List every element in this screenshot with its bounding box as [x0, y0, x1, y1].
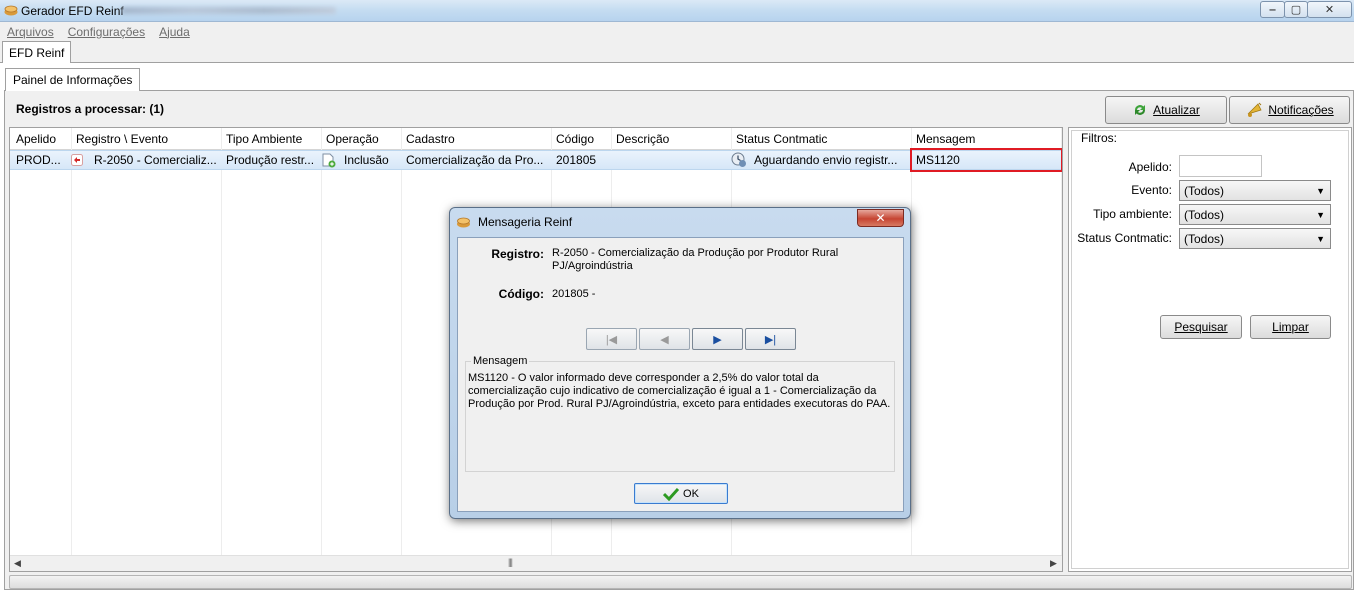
grid-horizontal-scrollbar[interactable]: ◀ ||| ▶ [10, 555, 1062, 571]
tab-painel-informacoes[interactable]: Painel de Informações [5, 68, 141, 91]
cell-apelido: PROD... [16, 153, 61, 167]
ok-label: OK [683, 487, 699, 500]
minimize-icon: ‒ [1269, 3, 1276, 16]
dialog-registro-value-line2: PJ/Agroindústria [552, 260, 633, 272]
col-header-descricao[interactable]: Descrição [616, 132, 669, 146]
maximize-button[interactable]: ▢ [1284, 1, 1308, 18]
close-window-button[interactable]: ✕ [1307, 1, 1352, 18]
menu-configuracoes[interactable]: Configurações [68, 25, 145, 39]
bell-icon [1248, 102, 1262, 117]
notificacoes-button[interactable]: Notificações [1229, 96, 1350, 124]
status-clock-icon [731, 152, 746, 167]
dialog-title: Mensageria Reinf [478, 215, 573, 229]
cell-cadastro: Comercialização da Pro... [406, 153, 544, 167]
col-header-registro[interactable]: Registro \ Evento [76, 132, 168, 146]
next-icon: ▶ [713, 333, 722, 346]
document-add-icon [322, 153, 336, 168]
filter-status-select[interactable]: (Todos) ▼ [1179, 228, 1331, 249]
registros-count-label: Registros a processar: (1) [16, 102, 165, 116]
ok-button[interactable]: OK [634, 483, 728, 504]
title-redacted-text [121, 7, 336, 14]
last-icon: ▶| [764, 333, 777, 346]
previous-icon: ◀ [660, 333, 669, 346]
filter-apelido-label: Apelido: [1128, 160, 1172, 174]
filter-evento-select[interactable]: (Todos) ▼ [1179, 180, 1331, 201]
filter-status-label: Status Contmatic: [1077, 231, 1172, 245]
col-header-operacao[interactable]: Operação [326, 132, 379, 146]
checkmark-icon [663, 487, 680, 501]
filter-apelido-input[interactable] [1179, 155, 1262, 177]
filter-status-value: (Todos) [1184, 232, 1225, 246]
atualizar-label: Atualizar [1153, 103, 1200, 117]
minimize-button[interactable]: ‒ [1260, 1, 1285, 18]
filter-evento-label: Evento: [1131, 183, 1172, 197]
col-header-cadastro[interactable]: Cadastro [406, 132, 455, 146]
bottom-progress-bar [9, 575, 1352, 589]
dialog-close-button[interactable]: ✕ [857, 209, 904, 227]
cell-status: Aguardando envio registr... [754, 153, 898, 167]
chevron-down-icon: ▼ [1316, 210, 1325, 220]
first-record-button[interactable]: |◀ [586, 328, 637, 350]
close-icon: ✕ [875, 211, 886, 225]
maximize-icon: ▢ [1290, 4, 1302, 16]
scroll-left-icon[interactable]: ◀ [14, 558, 21, 569]
filter-tipo-ambiente-value: (Todos) [1184, 208, 1225, 222]
cell-operacao: Inclusão [344, 153, 389, 167]
menu-arquivos[interactable]: Arquivos [7, 25, 54, 39]
mensagem-highlight-box [910, 148, 1062, 172]
dialog-registro-value: R-2050 - Comercialização da Produção por… [552, 247, 839, 259]
last-record-button[interactable]: ▶| [745, 328, 796, 350]
filter-tipo-ambiente-select[interactable]: (Todos) ▼ [1179, 204, 1331, 225]
col-header-mensagem[interactable]: Mensagem [916, 132, 975, 146]
filter-evento-value: (Todos) [1184, 184, 1225, 198]
pesquisar-button[interactable]: Pesquisar [1160, 315, 1242, 339]
close-icon: ✕ [1324, 4, 1335, 16]
grid-col-divider [401, 128, 402, 571]
cell-registro: R-2050 - Comercializ... [94, 153, 217, 167]
filters-title: Filtros: [1079, 131, 1119, 145]
grid-col-divider [321, 128, 322, 571]
cell-tipo-ambiente: Produção restr... [226, 153, 315, 167]
title-bar: Gerador EFD Reinf ‒ ▢ ✕ [0, 0, 1354, 22]
first-icon: |◀ [605, 333, 618, 346]
cell-codigo: 201805 [556, 153, 597, 167]
event-type-icon [71, 154, 83, 166]
chevron-down-icon: ▼ [1316, 186, 1325, 196]
col-header-status[interactable]: Status Contmatic [736, 132, 827, 146]
scroll-right-icon[interactable]: ▶ [1050, 558, 1057, 569]
previous-record-button[interactable]: ◀ [639, 328, 690, 350]
filter-tipo-ambiente-label: Tipo ambiente: [1093, 207, 1172, 221]
col-header-tipo-ambiente[interactable]: Tipo Ambiente [226, 132, 302, 146]
chevron-down-icon: ▼ [1316, 234, 1325, 244]
notificacoes-label: Notificações [1268, 103, 1334, 117]
outer-tab-strip: EFD Reinf [0, 41, 1354, 64]
mensagem-text: MS1120 - O valor informado deve correspo… [468, 372, 891, 410]
app-icon [457, 217, 470, 228]
dialog-registro-label: Registro: [491, 247, 544, 261]
grid-col-divider [71, 128, 72, 571]
grid-col-divider [221, 128, 222, 571]
app-icon [4, 5, 18, 16]
limpar-button[interactable]: Limpar [1250, 315, 1331, 339]
tab-efd-reinf[interactable]: EFD Reinf [2, 41, 72, 64]
scroll-grip-icon[interactable]: ||| [508, 557, 513, 567]
dialog-codigo-value: 201805 - [552, 288, 596, 300]
refresh-icon [1135, 105, 1146, 115]
pesquisar-label: Pesquisar [1174, 320, 1228, 334]
mensagem-legend: Mensagem [471, 355, 530, 367]
col-header-codigo[interactable]: Código [556, 132, 594, 146]
menu-bar: Arquivos Configurações Ajuda [0, 22, 1354, 41]
col-header-apelido[interactable]: Apelido [16, 132, 56, 146]
grid-col-divider [911, 128, 912, 571]
limpar-label: Limpar [1272, 320, 1309, 334]
window-title: Gerador EFD Reinf [21, 4, 124, 18]
atualizar-button[interactable]: Atualizar [1105, 96, 1227, 124]
menu-ajuda[interactable]: Ajuda [159, 25, 190, 39]
dialog-codigo-label: Código: [498, 287, 544, 301]
next-record-button[interactable]: ▶ [692, 328, 743, 350]
